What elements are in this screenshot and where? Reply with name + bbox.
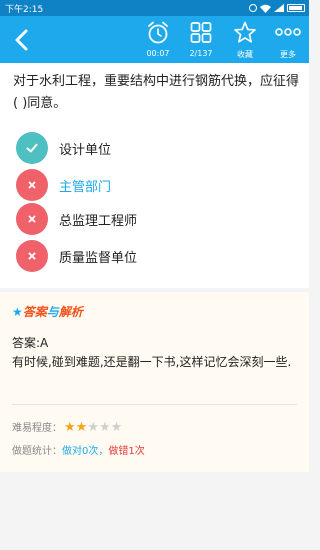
chevron-left-icon xyxy=(15,29,28,51)
difficulty-stars: ★★★★★ xyxy=(64,420,122,435)
option-a-label: 设计单位 xyxy=(59,143,112,158)
answer-block: 答案:A 有时候,碰到难题,还是翻一下书,这样记忆会深刻一些. xyxy=(12,334,304,372)
title-star-icon: ★ xyxy=(12,305,23,319)
more-button[interactable]: 更多 xyxy=(268,19,308,61)
question-index-button[interactable]: 2/137 xyxy=(181,19,221,61)
option-c[interactable]: 总监理工程师 xyxy=(16,203,276,235)
title-and: 与 xyxy=(46,305,59,319)
star-filled-icon: ★ xyxy=(75,420,88,435)
option-d[interactable]: 质量监督单位 xyxy=(16,240,276,272)
option-b-label: 主管部门 xyxy=(59,180,112,195)
question-card: 对于水利工程，重要结构中进行钢筋代换，应征得( )同意。 设计单位 主管部门 总… xyxy=(0,63,309,288)
explanation-text: 有时候,碰到难题,还是翻一下书,这样记忆会深刻一些. xyxy=(12,355,292,369)
signal-icon xyxy=(274,4,284,12)
question-text: 对于水利工程，重要结构中进行钢筋代换，应征得( )同意。 xyxy=(13,74,300,111)
answer-line: 答案:A xyxy=(12,336,49,350)
option-d-label: 质量监督单位 xyxy=(59,251,138,266)
favorite-label: 收藏 xyxy=(237,50,253,59)
alarm-status-icon xyxy=(249,4,257,12)
stats-label: 做题统计： xyxy=(12,446,62,457)
favorite-button[interactable]: 收藏 xyxy=(225,19,265,61)
stats-separator: ， xyxy=(98,446,109,457)
wrong-x-icon xyxy=(16,240,48,272)
wifi-icon xyxy=(260,4,271,13)
stats-correct: 做对0次 xyxy=(62,446,99,457)
stats-row: 做题统计：做对0次，做错1次 xyxy=(12,442,145,457)
more-label: 更多 xyxy=(280,50,296,59)
divider xyxy=(12,404,297,405)
title-answer: 答案 xyxy=(22,305,47,319)
analysis-panel: ★答案与解析 答案:A 有时候,碰到难题,还是翻一下书,这样记忆会深刻一些. 难… xyxy=(0,292,309,472)
star-empty-icon: ★ xyxy=(87,420,99,435)
option-b[interactable]: 主管部门 xyxy=(16,169,276,201)
option-c-label: 总监理工程师 xyxy=(59,214,138,229)
status-time: 下午2:15 xyxy=(5,5,44,15)
star-outline-icon xyxy=(234,21,256,43)
difficulty-label: 难易程度： xyxy=(12,423,62,434)
progress-label: 2/137 xyxy=(189,49,213,58)
star-empty-icon: ★ xyxy=(98,420,111,435)
timer-label: 00:07 xyxy=(146,49,170,58)
alarm-clock-icon xyxy=(148,21,168,44)
correct-check-icon xyxy=(16,132,48,164)
title-analysis: 解析 xyxy=(58,305,83,319)
toolbar: 00:07 2/137 收藏 更多 xyxy=(0,16,309,63)
back-button[interactable] xyxy=(6,24,36,56)
timer-button[interactable]: 00:07 xyxy=(138,19,178,61)
grid-icon xyxy=(190,22,212,43)
more-dots-icon xyxy=(275,28,301,36)
system-icons xyxy=(249,2,305,14)
analysis-title: ★答案与解析 xyxy=(12,303,83,320)
difficulty-row: 难易程度： ★★★★★ xyxy=(12,419,122,435)
wrong-x-icon xyxy=(16,169,48,201)
battery-icon xyxy=(287,4,305,12)
option-a[interactable]: 设计单位 xyxy=(16,132,276,164)
status-bar: 下午2:15 xyxy=(0,0,309,16)
wrong-x-icon xyxy=(16,203,48,235)
star-empty-icon: ★ xyxy=(110,420,123,435)
star-filled-icon: ★ xyxy=(64,420,76,435)
stats-wrong: 做错1次 xyxy=(108,446,145,457)
